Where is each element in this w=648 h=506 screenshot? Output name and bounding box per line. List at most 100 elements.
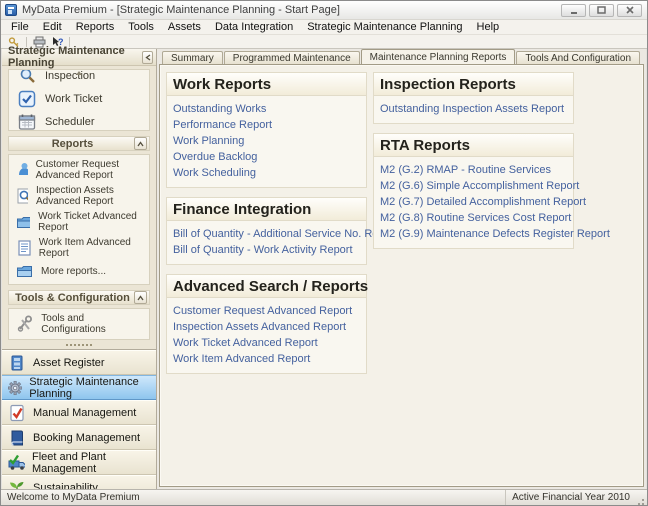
- status-message: Welcome to MyData Premium: [1, 490, 507, 505]
- tab-maintenance-planning-reports[interactable]: Maintenance Planning Reports: [360, 49, 516, 64]
- nav-item-fleet-and-plant-management[interactable]: Fleet and Plant Management: [2, 450, 156, 475]
- truck-icon: [8, 454, 25, 470]
- nav-item-label: Manual Management: [33, 406, 137, 419]
- report-link-work-ticket-advanced[interactable]: Work Ticket Advanced Report: [173, 335, 360, 351]
- menu-data-integration[interactable]: Data Integration: [208, 21, 300, 33]
- sidebar-item-label: Scheduler: [45, 115, 95, 128]
- sidebar-splitter[interactable]: [2, 340, 156, 349]
- section-work-reports: Work Reports Outstanding Works Performan…: [166, 72, 367, 188]
- nav-item-strategic-maintenance-planning[interactable]: Strategic Maintenance Planning: [2, 375, 156, 400]
- sidebar-collapse-button[interactable]: [142, 50, 153, 64]
- titlebar: MyData Premium - [Strategic Maintenance …: [1, 1, 647, 20]
- sidebar-item-work-ticket[interactable]: Work Ticket: [9, 87, 149, 110]
- restore-icon: [597, 6, 606, 14]
- report-link-inspection-assets-advanced[interactable]: Inspection Assets Advanced Report: [173, 319, 360, 335]
- report-link-m2-g2-rmap-routine-services[interactable]: M2 (G.2) RMAP - Routine Services: [380, 162, 567, 178]
- main-area: Summary Programmed Maintenance Maintenan…: [157, 49, 646, 489]
- report-link-work-scheduling[interactable]: Work Scheduling: [173, 165, 360, 181]
- report-link-boq-work-activity[interactable]: Bill of Quantity - Work Activity Report: [173, 242, 360, 258]
- report-link-work-planning[interactable]: Work Planning: [173, 133, 360, 149]
- section-advanced-search-reports: Advanced Search / Reports Customer Reque…: [166, 274, 368, 374]
- report-link-customer-request-advanced[interactable]: Customer Request Advanced Report: [173, 303, 360, 319]
- section-rta-reports: RTA Reports M2 (G.2) RMAP - Routine Serv…: [373, 133, 610, 249]
- app-body: Strategic Maintenance Planning Inspectio…: [2, 45, 646, 500]
- menu-assets[interactable]: Assets: [161, 21, 208, 33]
- asset-register-icon: [11, 355, 23, 370]
- reports-column-right: Inspection Reports Outstanding Inspectio…: [373, 72, 610, 479]
- section-finance-integration: Finance Integration Bill of Quantity - A…: [166, 197, 397, 265]
- nav-item-label: Booking Management: [33, 431, 141, 444]
- sidebar-item-work-ticket-advanced-report[interactable]: Work Ticket Advanced Report: [9, 209, 149, 235]
- report-link-m2-g8-routine-services-cost[interactable]: M2 (G.8) Routine Services Cost Report: [380, 210, 571, 226]
- minimize-button[interactable]: [561, 3, 586, 17]
- nav-item-manual-management[interactable]: Manual Management: [2, 400, 156, 425]
- nav-item-label: Asset Register: [33, 356, 105, 369]
- close-button[interactable]: [617, 3, 642, 17]
- tools-group-header[interactable]: Tools & Configuration: [8, 290, 150, 305]
- tab-tools-and-configuration[interactable]: Tools And Configuration: [516, 51, 641, 64]
- reports-group-header[interactable]: Reports: [8, 136, 150, 151]
- menu-bar: File Edit Reports Tools Assets Data Inte…: [1, 20, 647, 35]
- sidebar-item-inspection-assets-advanced-report[interactable]: Inspection Assets Advanced Report: [9, 183, 149, 209]
- section-title: Finance Integration: [167, 198, 366, 221]
- customer-report-icon: [19, 163, 28, 175]
- tools-group: Tools and Configurations: [8, 308, 150, 340]
- tab-programmed-maintenance[interactable]: Programmed Maintenance: [223, 51, 360, 64]
- section-inspection-reports: Inspection Reports Outstanding Inspectio…: [373, 72, 574, 124]
- app-logo-icon: [5, 4, 17, 16]
- folder-icon: [17, 266, 32, 277]
- calendar-icon: [18, 114, 36, 130]
- section-title: Inspection Reports: [374, 73, 573, 96]
- status-financial-year: Active Financial Year 2010: [512, 492, 630, 503]
- sidebar-item-label: Inspection Assets Advanced Report: [36, 185, 114, 207]
- report-link-m2-g9-maintenance-defects-register[interactable]: M2 (G.9) Maintenance Defects Register Re…: [380, 226, 610, 242]
- resize-grip-icon[interactable]: [636, 496, 645, 505]
- sidebar-item-label: Inspection: [45, 69, 96, 82]
- nav-item-label: Fleet and Plant Management: [31, 450, 106, 475]
- menu-tools[interactable]: Tools: [121, 21, 161, 33]
- sidebar-item-scheduler[interactable]: Scheduler: [9, 110, 149, 130]
- report-link-outstanding-inspection-assets[interactable]: Outstanding Inspection Assets Report: [380, 101, 567, 117]
- section-links: M2 (G.2) RMAP - Routine Services M2 (G.6…: [374, 157, 610, 248]
- reports-collapse-button[interactable]: [134, 137, 147, 150]
- sidebar-item-customer-request-advanced-report[interactable]: Customer Request Advanced Report: [9, 157, 149, 183]
- menu-reports[interactable]: Reports: [69, 21, 122, 33]
- nav-item-booking-management[interactable]: Booking Management: [2, 425, 156, 450]
- report-link-m2-g7-detailed-accomplishment[interactable]: M2 (G.7) Detailed Accomplishment Report: [380, 194, 586, 210]
- gear-icon: [8, 380, 23, 395]
- tab-page-maintenance-planning-reports: Work Reports Outstanding Works Performan…: [159, 64, 644, 487]
- sidebar-item-label: Work Ticket Advanced Report: [38, 211, 137, 233]
- menu-edit[interactable]: Edit: [36, 21, 69, 33]
- tools-icon: [17, 315, 32, 332]
- reports-group-title: Reports: [51, 137, 94, 150]
- tools-collapse-button[interactable]: [134, 291, 147, 304]
- nav-item-asset-register[interactable]: Asset Register: [2, 350, 156, 375]
- report-link-boq-additional-service-no[interactable]: Bill of Quantity - Additional Service No…: [173, 226, 397, 242]
- sidebar-item-label: Work Ticket: [45, 92, 103, 105]
- scroll-up-icon[interactable]: [76, 71, 82, 75]
- book-icon: [11, 430, 23, 446]
- sidebar-header: Strategic Maintenance Planning: [2, 45, 156, 69]
- reports-group: Customer Request Advanced Report Inspect…: [8, 154, 150, 285]
- report-link-overdue-backlog[interactable]: Overdue Backlog: [173, 149, 360, 165]
- inspection-report-icon: [17, 188, 28, 204]
- menu-strategic-maintenance-planning[interactable]: Strategic Maintenance Planning: [300, 21, 469, 33]
- sidebar-item-tools-and-configurations[interactable]: Tools and Configurations: [9, 311, 149, 337]
- report-link-performance-report[interactable]: Performance Report: [173, 117, 360, 133]
- nav-item-label: Strategic Maintenance Planning: [29, 375, 139, 400]
- section-links: Outstanding Works Performance Report Wor…: [167, 96, 366, 187]
- menu-help[interactable]: Help: [470, 21, 507, 33]
- tab-summary[interactable]: Summary: [162, 51, 223, 64]
- sidebar-item-label: More reports...: [41, 266, 107, 277]
- report-link-work-item-advanced[interactable]: Work Item Advanced Report: [173, 351, 360, 367]
- report-link-m2-g6-simple-accomplishment[interactable]: M2 (G.6) Simple Accomplishment Report: [380, 178, 579, 194]
- menu-file[interactable]: File: [4, 21, 36, 33]
- report-link-outstanding-works[interactable]: Outstanding Works: [173, 101, 360, 117]
- magnifier-icon: [20, 70, 35, 83]
- sidebar-item-more-reports[interactable]: More reports...: [9, 261, 149, 282]
- window-controls: [561, 3, 642, 17]
- folder-icon: [17, 216, 31, 228]
- sidebar-item-work-item-advanced-report[interactable]: Work Item Advanced Report: [9, 235, 149, 261]
- maximize-button[interactable]: [589, 3, 614, 17]
- work-ticket-icon: [18, 90, 36, 107]
